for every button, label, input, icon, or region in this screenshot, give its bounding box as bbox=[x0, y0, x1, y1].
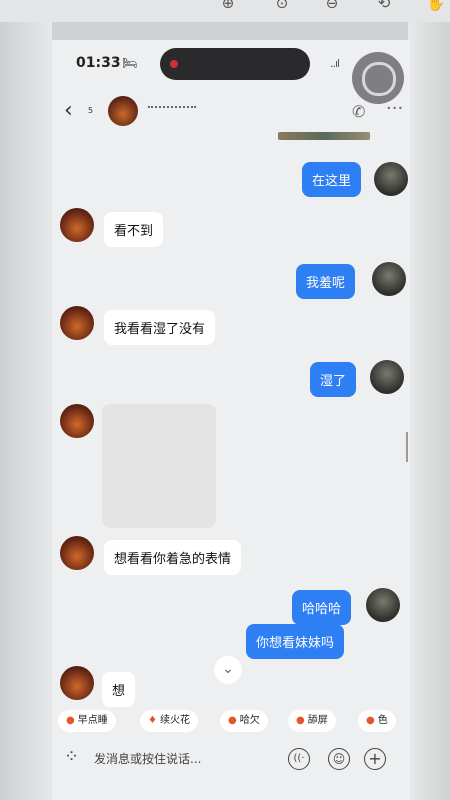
contact-avatar[interactable] bbox=[60, 306, 94, 340]
chip-label: 早点睡 bbox=[77, 715, 108, 726]
message-bubble-in[interactable]: 想看看你着急的表情 bbox=[104, 540, 242, 575]
message-bubble-out[interactable]: 湿了 bbox=[310, 362, 357, 397]
lick-emoji-icon: ● bbox=[296, 715, 305, 726]
phone-call-icon[interactable]: ✆ bbox=[352, 102, 365, 121]
scroll-to-bottom-icon[interactable]: ⌄ bbox=[214, 656, 242, 684]
rotate-icon[interactable]: ⟲ bbox=[374, 0, 394, 14]
apps-grid-icon[interactable]: ⁘ bbox=[64, 746, 79, 767]
my-avatar[interactable] bbox=[374, 162, 408, 196]
message-bubble-out[interactable]: 在这里 bbox=[302, 162, 362, 197]
contact-avatar[interactable] bbox=[60, 666, 94, 700]
quick-reply-chip[interactable]: ● 哈欠 bbox=[220, 710, 268, 732]
quick-reply-chip[interactable]: ♦ 续火花 bbox=[140, 710, 198, 732]
status-time: 01:33 bbox=[76, 55, 121, 71]
voice-icon[interactable]: ((· bbox=[288, 748, 310, 770]
heart-eyes-emoji-icon: ● bbox=[366, 715, 375, 726]
message-bubble-out[interactable]: 哈哈哈 bbox=[292, 590, 352, 625]
quick-reply-bar: ● 早点睡 ♦ 续火花 ● 哈欠 ● 舔屏 ● 色 bbox=[52, 708, 410, 736]
recording-dot-icon bbox=[170, 60, 178, 68]
contact-avatar[interactable] bbox=[60, 404, 94, 438]
zoom-out-icon[interactable]: ⊖ bbox=[322, 0, 342, 14]
sleep-mode-icon: 🛏 bbox=[122, 56, 138, 70]
bezel-left bbox=[0, 22, 52, 800]
message-bubble-in[interactable]: 想 bbox=[102, 672, 136, 707]
unread-count: 5 bbox=[88, 106, 94, 115]
message-image-preview[interactable] bbox=[278, 132, 370, 140]
contact-name-redacted bbox=[148, 106, 196, 114]
emoji-icon[interactable]: ☺ bbox=[328, 748, 350, 770]
message-bubble-in[interactable]: 看不到 bbox=[104, 212, 164, 247]
dynamic-island bbox=[160, 48, 310, 80]
message-bubble-in[interactable]: 我看看湿了没有 bbox=[104, 310, 216, 345]
phone-screen: 01:33 🛏 ..ıl ‹ 5 ✆ ··· 在这里 看不到 我羞呢 我看看湿了… bbox=[52, 40, 410, 800]
my-avatar[interactable] bbox=[366, 588, 400, 622]
contact-avatar[interactable] bbox=[108, 96, 138, 126]
scrollbar[interactable] bbox=[406, 432, 408, 462]
my-avatar[interactable] bbox=[372, 262, 406, 296]
more-icon[interactable]: ··· bbox=[386, 98, 403, 119]
plus-icon[interactable]: + bbox=[364, 748, 386, 770]
signal-icon: ..ıl bbox=[330, 57, 340, 70]
message-bubble-out[interactable]: 我羞呢 bbox=[296, 264, 356, 299]
message-bubble-out[interactable]: 你想看妹妹吗 bbox=[246, 624, 345, 659]
quick-reply-chip[interactable]: ● 舔屏 bbox=[288, 710, 336, 732]
back-icon[interactable]: ‹ bbox=[64, 98, 73, 123]
sleep-icon: ● bbox=[66, 715, 75, 726]
chat-header: ‹ 5 ✆ ··· bbox=[52, 92, 410, 132]
image-message-blurred[interactable] bbox=[102, 404, 216, 528]
chip-label: 色 bbox=[377, 715, 388, 726]
viewer-toolbar: ⊕ ⊙ ⊖ ⟲ ✋ bbox=[0, 0, 450, 22]
status-bar: 01:33 🛏 ..ıl bbox=[52, 40, 410, 104]
chip-label: 舔屏 bbox=[307, 715, 328, 726]
hand-icon[interactable]: ✋ bbox=[426, 0, 446, 14]
quick-reply-chip[interactable]: ● 早点睡 bbox=[58, 710, 116, 732]
bezel-right bbox=[408, 22, 450, 800]
contact-avatar[interactable] bbox=[60, 536, 94, 570]
yawn-emoji-icon: ● bbox=[228, 715, 237, 726]
my-avatar[interactable] bbox=[370, 360, 404, 394]
fire-icon: ♦ bbox=[148, 715, 157, 726]
chip-label: 哈欠 bbox=[239, 715, 260, 726]
actual-size-icon[interactable]: ⊙ bbox=[272, 0, 292, 14]
assistive-ring-icon bbox=[362, 62, 396, 96]
message-input[interactable]: 发消息或按住说话... bbox=[94, 750, 201, 767]
input-bar: ⁘ 发消息或按住说话... ((· ☺ + bbox=[52, 740, 410, 780]
contact-avatar[interactable] bbox=[60, 208, 94, 242]
quick-reply-chip[interactable]: ● 色 bbox=[358, 710, 396, 732]
chip-label: 续火花 bbox=[159, 715, 190, 726]
zoom-in-icon[interactable]: ⊕ bbox=[218, 0, 238, 14]
